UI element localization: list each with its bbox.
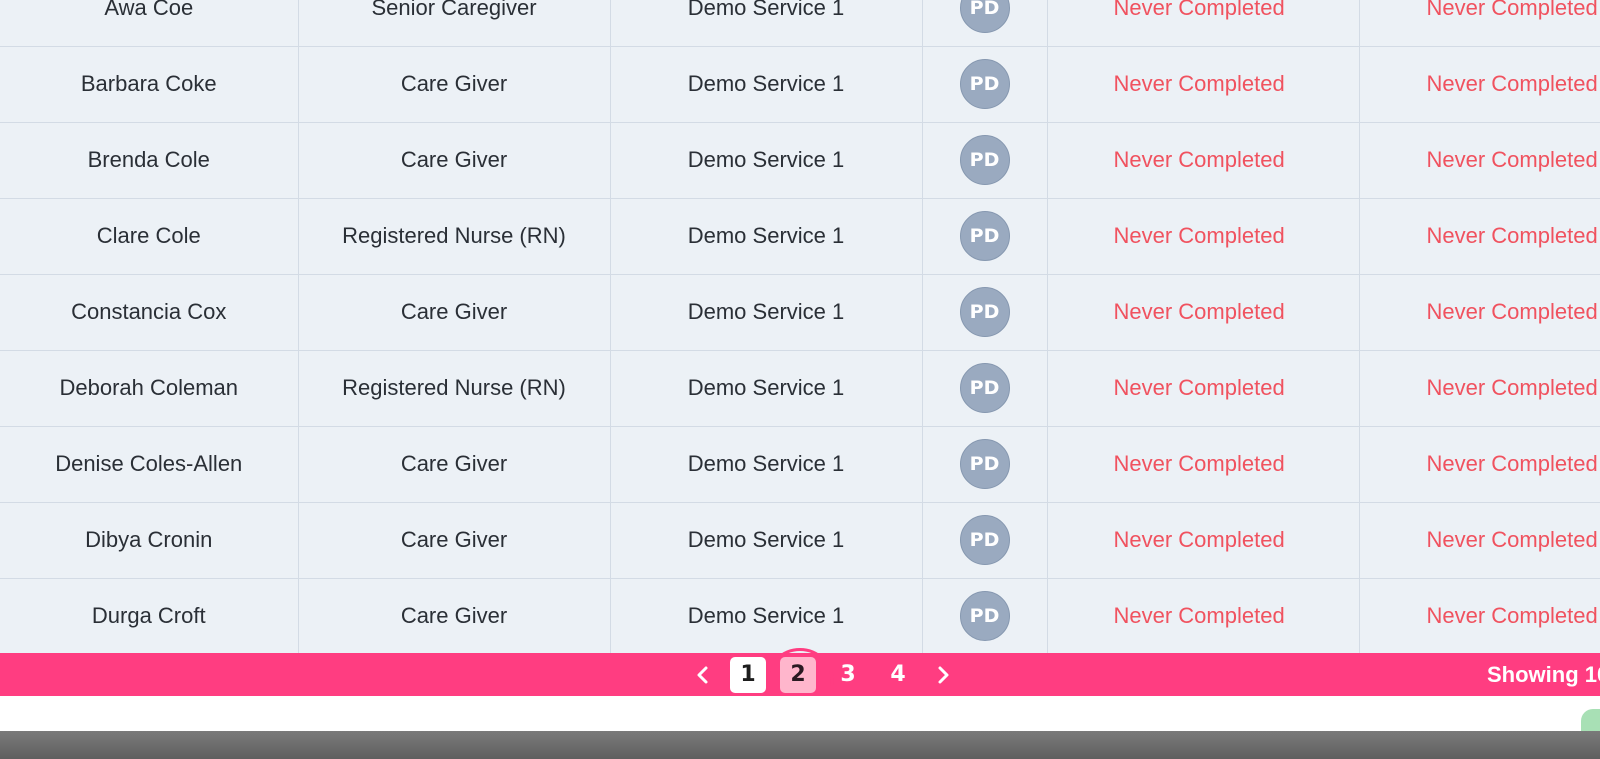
- table-row[interactable]: Deborah Coleman Registered Nurse (RN) De…: [0, 350, 1600, 427]
- status-cell[interactable]: Never Completed: [1359, 502, 1600, 579]
- staff-role-cell: Care Giver: [298, 426, 611, 503]
- status-cell[interactable]: Never Completed: [1047, 198, 1360, 275]
- avatar-cell: PD: [922, 578, 1048, 655]
- footer-strip: [0, 696, 1600, 731]
- avatar-cell: PD: [922, 198, 1048, 275]
- staff-name-cell: Denise Coles-Allen: [0, 426, 299, 503]
- avatar[interactable]: PD: [959, 287, 1010, 337]
- avatar[interactable]: PD: [959, 439, 1010, 489]
- table-row[interactable]: Brenda Cole Care Giver Demo Service 1 PD…: [0, 122, 1600, 199]
- service-cell: Demo Service 1: [610, 0, 923, 47]
- service-cell: Demo Service 1: [610, 426, 923, 503]
- service-cell: Demo Service 1: [610, 578, 923, 655]
- prev-page-button[interactable]: [683, 653, 723, 696]
- page-button-2[interactable]: 2: [780, 656, 816, 693]
- service-cell: Demo Service 1: [610, 274, 923, 351]
- avatar-cell: PD: [922, 426, 1048, 503]
- status-cell[interactable]: Never Completed: [1359, 578, 1600, 655]
- pagination: 1 2 3 4: [683, 653, 963, 696]
- status-cell[interactable]: Never Completed: [1359, 46, 1600, 123]
- next-page-button[interactable]: [923, 653, 963, 696]
- status-cell[interactable]: Never Completed: [1047, 502, 1360, 579]
- staff-name-cell: Durga Croft: [0, 578, 299, 655]
- table-row[interactable]: Dibya Cronin Care Giver Demo Service 1 P…: [0, 502, 1600, 579]
- pagination-bar: 1 2 3 4 Showing 10: [0, 653, 1600, 696]
- status-cell[interactable]: Never Completed: [1359, 198, 1600, 275]
- table-row[interactable]: Clare Cole Registered Nurse (RN) Demo Se…: [0, 198, 1600, 275]
- service-cell: Demo Service 1: [610, 502, 923, 579]
- table-row[interactable]: Durga Croft Care Giver Demo Service 1 PD…: [0, 578, 1600, 655]
- table-row[interactable]: Awa Coe Senior Caregiver Demo Service 1 …: [0, 0, 1600, 47]
- chevron-left-icon: [697, 666, 708, 683]
- staff-name-cell: Awa Coe: [0, 0, 299, 47]
- staff-role-cell: Care Giver: [298, 274, 611, 351]
- staff-name-cell: Barbara Coke: [0, 46, 299, 123]
- staff-role-cell: Registered Nurse (RN): [298, 198, 611, 275]
- staff-role-cell: Care Giver: [298, 502, 611, 579]
- staff-table-container: Awa Coe Senior Caregiver Demo Service 1 …: [0, 0, 1600, 655]
- avatar[interactable]: PD: [959, 0, 1010, 33]
- status-cell[interactable]: Never Completed: [1359, 0, 1600, 47]
- avatar-cell: PD: [922, 122, 1048, 199]
- status-cell[interactable]: Never Completed: [1047, 426, 1360, 503]
- avatar[interactable]: PD: [959, 59, 1010, 109]
- table-row[interactable]: Constancia Cox Care Giver Demo Service 1…: [0, 274, 1600, 351]
- avatar-cell: PD: [922, 502, 1048, 579]
- avatar[interactable]: PD: [959, 211, 1010, 261]
- staff-role-cell: Senior Caregiver: [298, 0, 611, 47]
- staff-role-cell: Care Giver: [298, 578, 611, 655]
- service-cell: Demo Service 1: [610, 198, 923, 275]
- showing-count-text: Showing 10: [1487, 662, 1600, 687]
- window-bottom-edge: [0, 731, 1600, 759]
- avatar[interactable]: PD: [959, 591, 1010, 641]
- status-cell[interactable]: Never Completed: [1047, 350, 1360, 427]
- avatar-cell: PD: [922, 350, 1048, 427]
- staff-name-cell: Clare Cole: [0, 198, 299, 275]
- avatar[interactable]: PD: [959, 363, 1010, 413]
- service-cell: Demo Service 1: [610, 350, 923, 427]
- staff-compliance-table: Awa Coe Senior Caregiver Demo Service 1 …: [0, 0, 1600, 655]
- staff-name-cell: Brenda Cole: [0, 122, 299, 199]
- page-button-1[interactable]: 1: [730, 656, 766, 693]
- status-cell[interactable]: Never Completed: [1047, 578, 1360, 655]
- page-button-3[interactable]: 3: [830, 657, 866, 693]
- staff-role-cell: Registered Nurse (RN): [298, 350, 611, 427]
- avatar-cell: PD: [922, 0, 1048, 47]
- staff-role-cell: Care Giver: [298, 122, 611, 199]
- staff-name-cell: Dibya Cronin: [0, 502, 299, 579]
- avatar[interactable]: PD: [959, 135, 1010, 185]
- staff-role-cell: Care Giver: [298, 46, 611, 123]
- status-cell[interactable]: Never Completed: [1047, 274, 1360, 351]
- table-row[interactable]: Denise Coles-Allen Care Giver Demo Servi…: [0, 426, 1600, 503]
- service-cell: Demo Service 1: [610, 122, 923, 199]
- service-cell: Demo Service 1: [610, 46, 923, 123]
- avatar[interactable]: PD: [959, 515, 1010, 565]
- avatar-cell: PD: [922, 274, 1048, 351]
- staff-name-cell: Constancia Cox: [0, 274, 299, 351]
- avatar-cell: PD: [922, 46, 1048, 123]
- status-cell[interactable]: Never Completed: [1047, 0, 1360, 47]
- staff-name-cell: Deborah Coleman: [0, 350, 299, 427]
- chevron-right-icon: [938, 666, 949, 683]
- status-cell[interactable]: Never Completed: [1359, 350, 1600, 427]
- status-cell[interactable]: Never Completed: [1359, 274, 1600, 351]
- status-cell[interactable]: Never Completed: [1047, 46, 1360, 123]
- status-cell[interactable]: Never Completed: [1359, 122, 1600, 199]
- status-cell[interactable]: Never Completed: [1047, 122, 1360, 199]
- status-cell[interactable]: Never Completed: [1359, 426, 1600, 503]
- table-row[interactable]: Barbara Coke Care Giver Demo Service 1 P…: [0, 46, 1600, 123]
- page-button-4[interactable]: 4: [880, 657, 916, 693]
